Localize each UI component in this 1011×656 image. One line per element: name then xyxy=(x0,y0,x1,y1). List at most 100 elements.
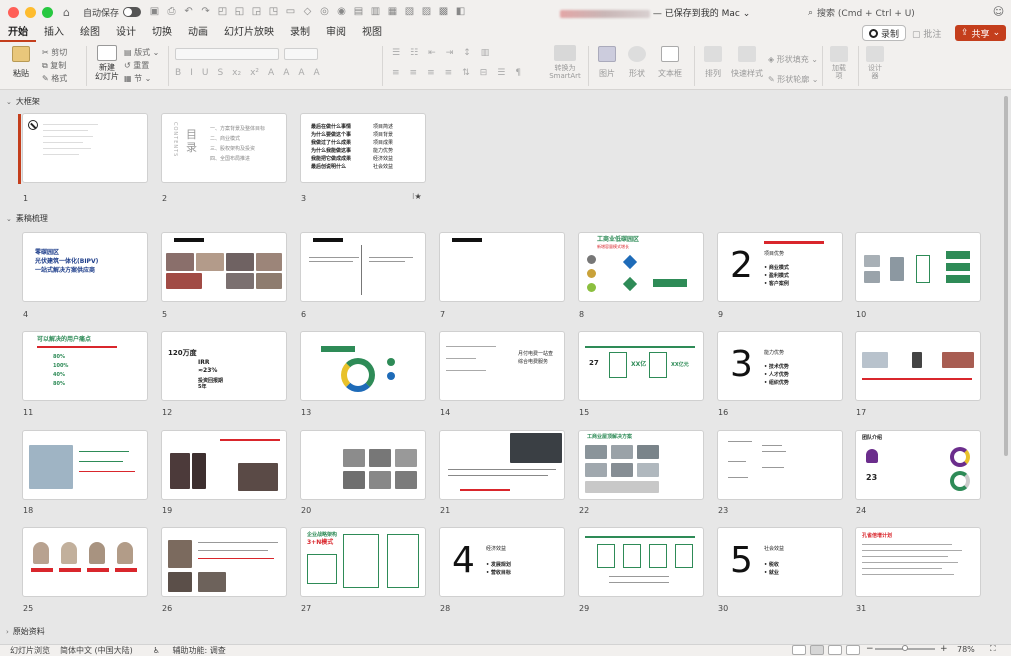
tab-design[interactable]: 设计 xyxy=(108,24,144,42)
slide-thumbnail-10[interactable] xyxy=(856,233,980,301)
qat-item-icon[interactable]: ◉ xyxy=(334,5,349,19)
paste-button[interactable]: 粘贴 xyxy=(8,46,34,79)
shape-button[interactable]: 形状 xyxy=(626,46,648,79)
slide-thumbnail-1[interactable] xyxy=(23,114,147,182)
slide-thumbnail-13[interactable] xyxy=(301,332,425,400)
qat-item-icon[interactable]: ▥ xyxy=(368,5,383,19)
slide-thumbnail-18[interactable] xyxy=(23,431,147,499)
arrange-button[interactable]: 排列 xyxy=(702,46,724,79)
minimize-window-button[interactable] xyxy=(25,6,36,18)
tab-animations[interactable]: 动画 xyxy=(180,24,216,42)
strikethrough-icon[interactable]: S xyxy=(217,68,223,78)
picture-button[interactable]: 图片 xyxy=(596,46,618,79)
reset-button[interactable]: ↺ 重置 xyxy=(124,59,159,72)
quick-styles-button[interactable]: 快速样式 xyxy=(730,46,764,79)
justify-icon[interactable]: ≡ xyxy=(445,68,453,78)
slide-thumbnail-29[interactable] xyxy=(579,528,703,596)
account-icon[interactable]: ☺ xyxy=(992,5,1005,18)
tab-draw[interactable]: 绘图 xyxy=(72,24,108,42)
slide-thumbnail-6[interactable] xyxy=(301,233,425,301)
font-color-icon[interactable]: A xyxy=(268,68,274,78)
slide-thumbnail-7[interactable] xyxy=(440,233,564,301)
tab-record[interactable]: 录制 xyxy=(282,24,318,42)
slide-thumbnail-16[interactable]: 3 能力优势 • 技术优势 • 人才优势 • 组织优势 xyxy=(718,332,842,400)
language-label[interactable]: 简体中文 (中国大陆) xyxy=(60,645,133,656)
slide-sorter-view-button[interactable] xyxy=(810,645,824,655)
qat-item-icon[interactable]: ▩ xyxy=(436,5,451,19)
slide-thumbnail-20[interactable] xyxy=(301,431,425,499)
new-slide-button[interactable]: 新建 幻灯片 xyxy=(92,45,122,81)
qat-item-icon[interactable]: ◧ xyxy=(453,5,468,19)
convert-smartart-button[interactable]: 转换为 SmartArt xyxy=(548,45,582,80)
shape-outline-button[interactable]: ✎ 形状轮廓 ⌄ xyxy=(768,70,819,90)
tab-view[interactable]: 视图 xyxy=(354,24,390,42)
section-button[interactable]: ▦ 节 ⌄ xyxy=(124,72,159,85)
shape-fill-button[interactable]: ◈ 形状填充 ⌄ xyxy=(768,50,819,70)
autosave-toggle[interactable] xyxy=(123,7,142,17)
qat-item-icon[interactable]: ◳ xyxy=(266,5,281,19)
document-title[interactable]: — 已保存到我的 Mac ⌄ xyxy=(560,6,750,19)
qat-item-icon[interactable]: ▦ xyxy=(385,5,400,19)
decrease-indent-icon[interactable]: ⇤ xyxy=(428,48,436,58)
share-button[interactable]: ⇪ 共享 ⌄ xyxy=(955,25,1007,41)
subscript-icon[interactable]: x₂ xyxy=(232,68,241,78)
font-family-select[interactable] xyxy=(175,48,279,60)
print-icon[interactable]: ⎙ xyxy=(164,5,179,19)
rtl-icon[interactable]: ¶ xyxy=(515,68,521,78)
record-button[interactable]: 录制 xyxy=(862,25,907,41)
addins-button[interactable]: 加载 项 xyxy=(828,46,850,80)
slide-thumbnail-19[interactable] xyxy=(162,431,286,499)
home-icon[interactable]: ⌂ xyxy=(60,6,73,19)
fit-to-window-icon[interactable]: ⛶ xyxy=(990,644,996,654)
slide-thumbnail-11[interactable]: 可以解决的用户痛点 80% 100% 40% 80% xyxy=(23,332,147,400)
align-text-icon[interactable]: ⊟ xyxy=(480,68,488,78)
align-center-icon[interactable]: ≡ xyxy=(410,68,418,78)
qat-item-icon[interactable]: ▧ xyxy=(402,5,417,19)
slide-thumbnail-14[interactable]: 月付电费一站查 综合电费服务 xyxy=(440,332,564,400)
section-header-2[interactable]: ⌄ 素稿梳理 xyxy=(6,213,48,224)
search-box[interactable]: ⌕ 搜索 (Cmd + Ctrl + U) xyxy=(808,5,978,20)
numbering-icon[interactable]: ☷ xyxy=(410,48,418,58)
section-header-3[interactable]: › 原始资料 xyxy=(6,626,45,637)
qat-item-icon[interactable]: ◰ xyxy=(215,5,230,19)
zoom-window-button[interactable] xyxy=(42,6,53,18)
qat-item-icon[interactable]: ▨ xyxy=(419,5,434,19)
slide-thumbnail-12[interactable]: 120万度 IRR ≈23% 投资回报期 5年 xyxy=(162,332,286,400)
columns-icon[interactable]: ▥ xyxy=(481,48,490,58)
clear-format-icon[interactable]: A xyxy=(314,68,320,78)
tab-insert[interactable]: 插入 xyxy=(36,24,72,42)
slide-thumbnail-22[interactable]: 工商业屋顶解决方案 xyxy=(579,431,703,499)
slide-thumbnail-31[interactable]: 孔雀倍增计划 xyxy=(856,528,980,596)
undo-icon[interactable]: ↶ xyxy=(181,5,196,19)
slide-thumbnail-25[interactable] xyxy=(23,528,147,596)
slide-thumbnail-5[interactable] xyxy=(162,233,286,301)
slide-thumbnail-27[interactable]: 企业战略架构 3+N模式 xyxy=(301,528,425,596)
font-size-select[interactable] xyxy=(284,48,318,60)
superscript-icon[interactable]: x² xyxy=(250,68,259,78)
slide-thumbnail-17[interactable] xyxy=(856,332,980,400)
accessibility-status[interactable]: ♿ 辅助功能: 调查 xyxy=(143,645,226,656)
zoom-level[interactable]: 78% xyxy=(957,645,975,654)
text-effects-icon[interactable]: A xyxy=(298,68,304,78)
tab-home[interactable]: 开始 xyxy=(0,24,36,42)
slide-thumbnail-26[interactable] xyxy=(162,528,286,596)
section-header-1[interactable]: ⌄ 大框架 xyxy=(6,96,40,107)
slide-thumbnail-9[interactable]: 2 项目优势 • 商业模式 • 盈利模式 • 客户案例 xyxy=(718,233,842,301)
redo-icon[interactable]: ↷ xyxy=(198,5,213,19)
slideshow-view-button[interactable] xyxy=(846,645,860,655)
save-icon[interactable]: ▣ xyxy=(147,5,162,19)
underline-icon[interactable]: U xyxy=(202,68,209,78)
zoom-in-icon[interactable]: + xyxy=(940,644,948,654)
slide-thumbnail-21[interactable] xyxy=(440,431,564,499)
line-spacing-icon[interactable]: ☰ xyxy=(497,68,505,78)
slide-thumbnail-8[interactable]: 工商业低碳园区 新增容量模式增长 xyxy=(579,233,703,301)
copy-button[interactable]: ⧉ 复制 xyxy=(42,59,67,72)
slide-thumbnail-4[interactable]: 零碳园区 光伏建筑一体化(BIPV) 一站式解决方案供应商 xyxy=(23,233,147,301)
slide-thumbnail-30[interactable]: 5 社会效益 • 税收 • 就业 xyxy=(718,528,842,596)
zoom-slider-thumb[interactable] xyxy=(902,645,908,651)
format-painter-button[interactable]: ✎ 格式 xyxy=(42,72,67,85)
line-spacing-icon[interactable]: ↕ xyxy=(463,48,471,58)
highlight-icon[interactable]: A xyxy=(283,68,289,78)
increase-indent-icon[interactable]: ⇥ xyxy=(446,48,454,58)
slide-thumbnail-2[interactable]: CONTENTS 目录 一、方案背景及整体目标 二、商业模式 三、股权架构及投资… xyxy=(162,114,286,182)
